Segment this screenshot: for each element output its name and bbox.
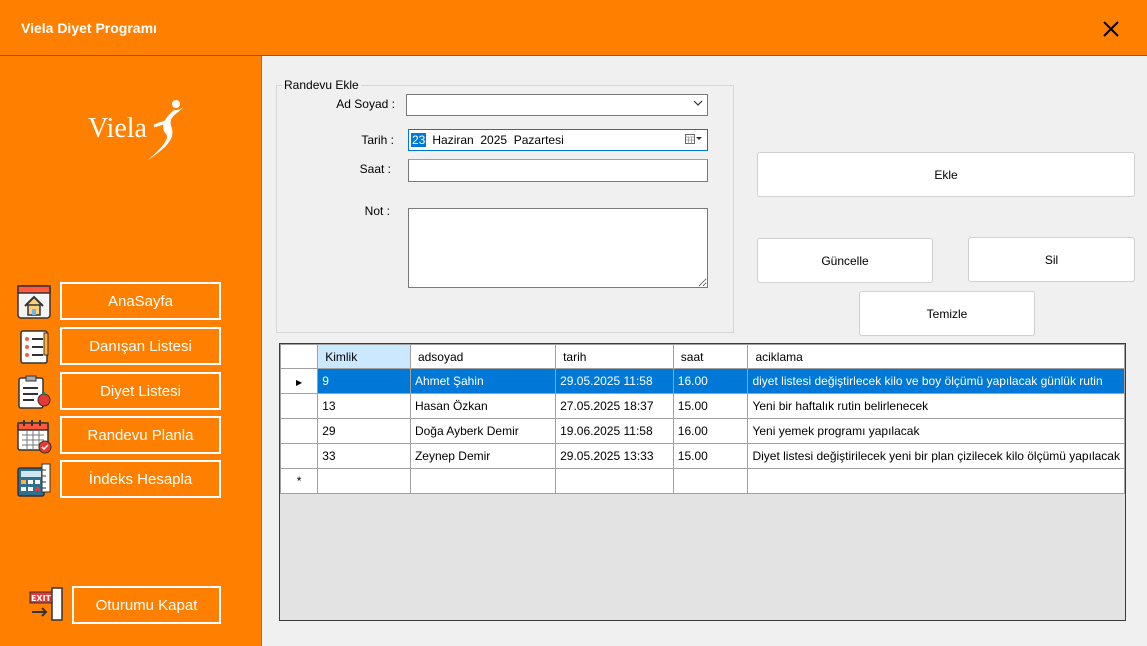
- new-cell[interactable]: [317, 468, 411, 494]
- column-header-tarih[interactable]: tarih: [555, 344, 674, 369]
- current-row-icon: ▶: [296, 378, 303, 387]
- exit-icon-text: EXIT: [31, 594, 52, 603]
- note-textarea[interactable]: [408, 208, 708, 288]
- nav-appointments-button[interactable]: Randevu Planla: [60, 416, 221, 454]
- exit-icon: EXIT: [28, 586, 64, 622]
- appointments-grid[interactable]: Kimlik adsoyad tarih saat aciklama ▶ 9 A…: [279, 343, 1126, 621]
- delete-button[interactable]: Sil: [968, 237, 1135, 282]
- table-row[interactable]: 13 Hasan Özkan 27.05.2025 18:37 15.00 Ye…: [279, 393, 1125, 419]
- nav-home-button[interactable]: AnaSayfa: [60, 282, 221, 320]
- table-row[interactable]: 29 Doğa Ayberk Demir 19.06.2025 11:58 16…: [279, 418, 1125, 444]
- cell-adsoyad[interactable]: Hasan Özkan: [409, 393, 557, 419]
- row-header[interactable]: [279, 393, 319, 419]
- title-bar: Viela Diyet Programı: [0, 0, 1147, 56]
- cell-kimlik[interactable]: 9: [317, 368, 411, 394]
- cell-kimlik[interactable]: 33: [317, 443, 411, 469]
- cell-saat[interactable]: 15.00: [672, 393, 749, 419]
- cell-aciklama[interactable]: Yeni bir haftalık rutin belirlenecek: [747, 393, 1125, 419]
- name-combobox[interactable]: [406, 94, 708, 116]
- nav-clients-button[interactable]: Danışan Listesi: [60, 327, 221, 365]
- diet-list-icon: [16, 374, 52, 410]
- cell-adsoyad[interactable]: Ahmet Şahin: [409, 368, 557, 394]
- row-header[interactable]: [279, 418, 319, 444]
- cell-tarih[interactable]: 29.05.2025 11:58: [555, 368, 674, 394]
- note-label: Not :: [364, 204, 390, 218]
- row-header[interactable]: [279, 443, 319, 469]
- date-label: Tarih :: [361, 133, 394, 147]
- column-header-adsoyad[interactable]: adsoyad: [409, 344, 557, 369]
- add-button[interactable]: Ekle: [757, 152, 1135, 197]
- logout-button[interactable]: Oturumu Kapat: [72, 586, 221, 624]
- chevron-down-icon[interactable]: [693, 98, 703, 111]
- date-day: 23: [411, 133, 427, 147]
- nav-diets-button[interactable]: Diyet Listesi: [60, 372, 221, 410]
- row-header[interactable]: ▶: [279, 368, 319, 394]
- row-header-corner: [279, 344, 319, 369]
- calendar-dropdown-icon[interactable]: [685, 133, 703, 148]
- cell-saat[interactable]: 16.00: [672, 418, 749, 444]
- home-icon: [16, 284, 52, 320]
- client-list-icon: [16, 329, 52, 365]
- column-header-kimlik[interactable]: Kimlik: [317, 344, 411, 369]
- date-picker[interactable]: 23 Haziran 2025 Pazartesi: [408, 129, 708, 151]
- window-title: Viela Diyet Programı: [21, 20, 157, 36]
- table-row[interactable]: ▶ 9 Ahmet Şahin 29.05.2025 11:58 16.00 d…: [279, 368, 1125, 394]
- clear-button[interactable]: Temizle: [859, 291, 1035, 336]
- groupbox-title: Randevu Ekle: [282, 78, 361, 92]
- cell-aciklama[interactable]: diyet listesi değiştirlecek kilo ve boy …: [747, 368, 1125, 394]
- new-cell[interactable]: [555, 468, 674, 494]
- table-row[interactable]: 33 Zeynep Demir 29.05.2025 13:33 15.00 D…: [279, 443, 1125, 469]
- calendar-icon: [16, 418, 52, 454]
- column-header-aciklama[interactable]: aciklama: [747, 344, 1125, 369]
- nav-index-button[interactable]: İndeks Hesapla: [60, 460, 221, 498]
- update-button[interactable]: Güncelle: [757, 238, 933, 283]
- cell-saat[interactable]: 15.00: [672, 443, 749, 469]
- new-cell[interactable]: [747, 468, 1125, 494]
- date-text: Haziran 2025 Pazartesi: [432, 133, 564, 147]
- viela-logo: Viela: [86, 98, 196, 164]
- cell-aciklama[interactable]: Yeni yemek programı yapılacak: [747, 418, 1125, 444]
- cell-adsoyad[interactable]: Zeynep Demir: [409, 443, 557, 469]
- close-icon[interactable]: [1098, 16, 1124, 42]
- cell-tarih[interactable]: 29.05.2025 13:33: [555, 443, 674, 469]
- new-cell[interactable]: [672, 468, 749, 494]
- time-label: Saat :: [359, 162, 391, 176]
- appointments-table: Kimlik adsoyad tarih saat aciklama ▶ 9 A…: [279, 344, 1125, 494]
- new-cell[interactable]: [409, 468, 557, 494]
- logo-text: Viela: [88, 113, 147, 144]
- time-input[interactable]: [408, 159, 708, 182]
- row-header[interactable]: *: [279, 468, 319, 494]
- new-row[interactable]: *: [279, 468, 1125, 494]
- new-row-icon: *: [296, 474, 302, 488]
- cell-tarih[interactable]: 27.05.2025 18:37: [555, 393, 674, 419]
- cell-kimlik[interactable]: 13: [317, 393, 411, 419]
- calculator-icon: [16, 462, 52, 498]
- cell-aciklama[interactable]: Diyet listesi değiştirilecek yeni bir pl…: [747, 443, 1125, 469]
- cell-adsoyad[interactable]: Doğa Ayberk Demir: [409, 418, 557, 444]
- cell-tarih[interactable]: 19.06.2025 11:58: [555, 418, 674, 444]
- column-header-saat[interactable]: saat: [672, 344, 749, 369]
- cell-saat[interactable]: 16.00: [672, 368, 749, 394]
- header-row: Kimlik adsoyad tarih saat aciklama: [279, 344, 1125, 369]
- cell-kimlik[interactable]: 29: [317, 418, 411, 444]
- name-label: Ad Soyad :: [336, 97, 395, 111]
